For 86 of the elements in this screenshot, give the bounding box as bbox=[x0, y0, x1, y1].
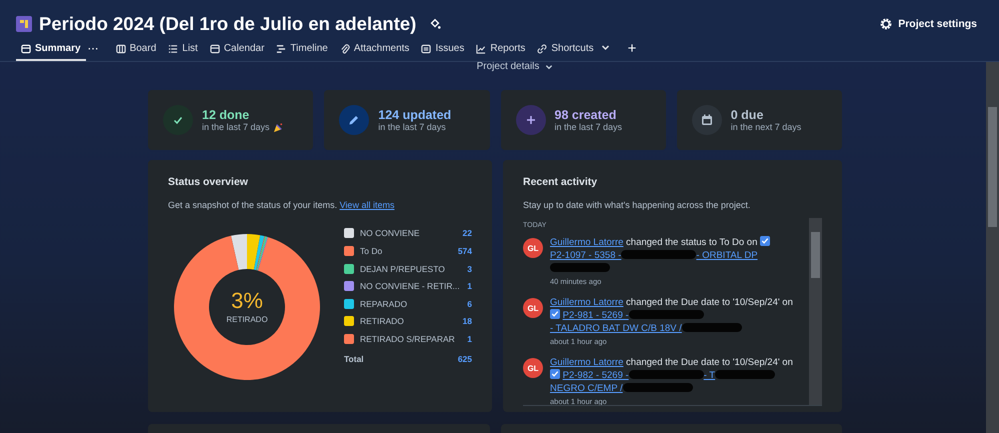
checkbox-icon bbox=[760, 236, 770, 246]
project-icon bbox=[16, 16, 32, 32]
issue-link[interactable]: NEGRO C/EMP / bbox=[550, 383, 623, 394]
scrollbar[interactable] bbox=[809, 218, 822, 405]
stat-value: 0 due bbox=[730, 108, 764, 122]
avatar: GL bbox=[523, 358, 543, 378]
user-link[interactable]: Guillermo Latorre bbox=[550, 357, 624, 368]
card-title: Status overview bbox=[168, 176, 249, 188]
legend-count[interactable]: 22 bbox=[462, 228, 472, 238]
legend-count[interactable]: 574 bbox=[458, 246, 472, 256]
list-icon bbox=[168, 44, 178, 54]
party-popper-icon bbox=[272, 122, 284, 132]
tab[interactable]: Calendar bbox=[204, 43, 270, 61]
legend-label: NO CONVIENE - RETIR... bbox=[360, 281, 461, 292]
caret-icon bbox=[545, 63, 554, 71]
checkbox-icon bbox=[550, 369, 560, 379]
scrollbar[interactable] bbox=[986, 62, 999, 433]
caret-icon[interactable] bbox=[600, 43, 610, 52]
activity-text: Guillermo Latorre changed the status to To Do on P2-1097 - 5358 - - ORBITAL DP bbox=[550, 236, 793, 275]
legend-count[interactable]: 6 bbox=[467, 298, 472, 309]
calendar-icon bbox=[210, 44, 220, 54]
stat-period: in the last 7 days bbox=[554, 122, 622, 132]
user-link[interactable]: Guillermo Latorre bbox=[550, 237, 624, 248]
avatar: GL bbox=[523, 238, 543, 258]
paperclip-icon bbox=[340, 44, 350, 54]
stat-period: in the last 7 days bbox=[202, 122, 270, 132]
card-title: Recent activity bbox=[523, 176, 598, 188]
legend-label: To Do bbox=[360, 246, 384, 256]
tab[interactable]: List bbox=[163, 43, 203, 61]
redaction-mark bbox=[550, 263, 610, 272]
redaction-mark bbox=[622, 383, 693, 392]
timeline-icon bbox=[276, 44, 286, 54]
legend-count[interactable]: 3 bbox=[467, 264, 472, 274]
link-icon bbox=[537, 44, 548, 54]
tab[interactable]: Board bbox=[110, 43, 162, 61]
legend-label: REPARADO bbox=[360, 298, 408, 309]
tab[interactable]: Reports bbox=[471, 43, 530, 61]
total-label: Total bbox=[344, 354, 365, 364]
user-link[interactable]: Guillermo Latorre bbox=[550, 297, 624, 308]
avatar: GL bbox=[523, 298, 543, 318]
center-percentage: 3% bbox=[231, 290, 263, 312]
stat-value: 124 updated bbox=[378, 108, 452, 122]
add-tab-button[interactable]: + bbox=[622, 40, 642, 61]
window-icon bbox=[21, 44, 31, 54]
inbox-icon bbox=[421, 44, 432, 54]
project-settings-button[interactable]: Project settings bbox=[875, 14, 981, 32]
issue-link[interactable]: - T bbox=[704, 370, 716, 381]
card-description: Get a snapshot of the status of your items. View all items bbox=[168, 200, 396, 210]
more-button[interactable]: ⋯ bbox=[88, 42, 105, 61]
issue-link[interactable]: P2-981 - 5269 - bbox=[562, 310, 629, 321]
issue-link[interactable]: - ORBITAL DP bbox=[696, 250, 758, 261]
view-all-items-link[interactable]: View all items bbox=[340, 200, 394, 210]
issue-link[interactable]: P2-1097 - 5358 - bbox=[550, 250, 622, 261]
stat-value: 98 created bbox=[554, 108, 618, 122]
settings-icon bbox=[879, 16, 894, 30]
total-count[interactable]: 625 bbox=[458, 354, 472, 364]
chart-icon bbox=[476, 44, 486, 54]
stat-period: in the next 7 days bbox=[730, 122, 802, 132]
project-details-button[interactable]: Project details bbox=[472, 62, 558, 72]
tab[interactable]: Shortcuts bbox=[532, 43, 599, 61]
tab[interactable]: Summary bbox=[16, 43, 86, 61]
columns-icon bbox=[116, 44, 126, 54]
legend-count[interactable]: 1 bbox=[467, 281, 472, 292]
legend-label: DEJAN P/REPUESTO bbox=[360, 264, 446, 274]
activity-text: Guillermo Latorre changed the Due date to '10/Sep/24' on P2-982 - 5269 - - T NEGRO C/EMP / bbox=[550, 356, 793, 395]
center-label: RETIRADO bbox=[226, 315, 268, 324]
issue-link[interactable]: - TALADRO BAT DW C/B 18V / bbox=[550, 323, 682, 334]
legend-label: NO CONVIENE bbox=[360, 228, 421, 238]
project-title: Periodo 2024 (Del 1ro de Julio en adelante) bbox=[39, 12, 416, 34]
legend-label: RETIRADO bbox=[360, 316, 405, 326]
legend-label: RETIRADO S/REPARAR bbox=[360, 334, 456, 344]
tab[interactable]: Attachments bbox=[334, 43, 414, 61]
stat-value: 12 done bbox=[202, 108, 250, 122]
tab[interactable]: Issues bbox=[416, 43, 470, 61]
stat-period: in the last 7 days bbox=[378, 122, 446, 132]
calendar-icon bbox=[700, 113, 714, 127]
legend-count[interactable]: 18 bbox=[462, 316, 472, 326]
activity-text: Guillermo Latorre changed the Due date to '10/Sep/24' on P2-981 - 5269 - - TALADRO BAT DW C/B 18V / bbox=[550, 296, 793, 335]
redaction-mark bbox=[682, 323, 742, 332]
redaction-mark bbox=[715, 370, 776, 379]
tab[interactable]: Timeline bbox=[271, 43, 333, 61]
paint-bucket-icon[interactable] bbox=[429, 18, 442, 30]
legend-count[interactable]: 1 bbox=[467, 334, 472, 344]
checkbox-icon bbox=[550, 309, 560, 319]
issue-link[interactable]: P2-982 - 5269 - bbox=[562, 370, 629, 381]
card-description: Stay up to date with what's happening across the project. bbox=[523, 200, 752, 210]
